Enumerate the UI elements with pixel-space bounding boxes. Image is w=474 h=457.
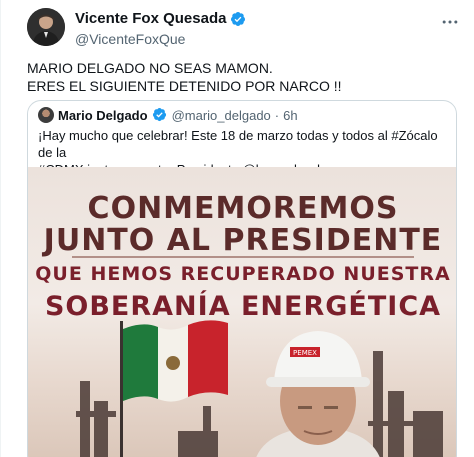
author-display-name[interactable]: Vicente Fox Quesada xyxy=(75,10,226,28)
verified-badge-icon xyxy=(230,11,246,27)
author-avatar[interactable] xyxy=(27,8,65,46)
flag-pole xyxy=(120,321,123,457)
quoted-author-avatar[interactable] xyxy=(38,107,54,123)
poster-title-line: CONMEMOREMOS xyxy=(87,191,399,226)
quoted-tweet-image[interactable]: CONMEMOREMOS JUNTO AL PRESIDENTE QUE HEM… xyxy=(28,167,456,457)
quoted-author-display-name[interactable]: Mario Delgado xyxy=(58,108,148,123)
mexican-flag-icon xyxy=(123,320,228,402)
quoted-tweet-timestamp[interactable]: 6h xyxy=(283,108,297,123)
separator-dot: · xyxy=(274,107,280,123)
more-horizontal-icon[interactable] xyxy=(440,12,460,32)
helmet-logo-text: PEMEX xyxy=(293,349,317,357)
tweet-text: MARIO DELGADO NO SEAS MAMON. ERES EL SIG… xyxy=(27,59,457,95)
quoted-author-handle[interactable]: @mario_delgado xyxy=(172,108,271,123)
author-header: Vicente Fox Quesada @VicenteFoxQue xyxy=(75,10,246,48)
poster-divider xyxy=(72,256,414,258)
poster-illustration: PEMEX xyxy=(76,320,443,457)
tweet-text-line: ERES EL SIGUIENTE DETENIDO POR NARCO !! xyxy=(27,78,342,94)
tweet-text-line: MARIO DELGADO NO SEAS MAMON. xyxy=(27,60,273,76)
quoted-tweet-header: Mario Delgado @mario_delgado · 6h xyxy=(38,107,298,123)
poster-title-line: JUNTO AL PRESIDENTE xyxy=(43,223,443,258)
person-hardhat-illustration: PEMEX xyxy=(256,331,380,457)
quoted-text-line: ¡Hay mucho que celebrar! Este 18 de marz… xyxy=(38,128,438,160)
quoted-tweet[interactable]: Mario Delgado @mario_delgado · 6h ¡Hay m… xyxy=(27,100,457,457)
verified-badge-icon xyxy=(152,107,168,123)
author-handle[interactable]: @VicenteFoxQue xyxy=(75,30,246,48)
tweet[interactable]: Vicente Fox Quesada @VicenteFoxQue MARIO… xyxy=(0,0,474,457)
